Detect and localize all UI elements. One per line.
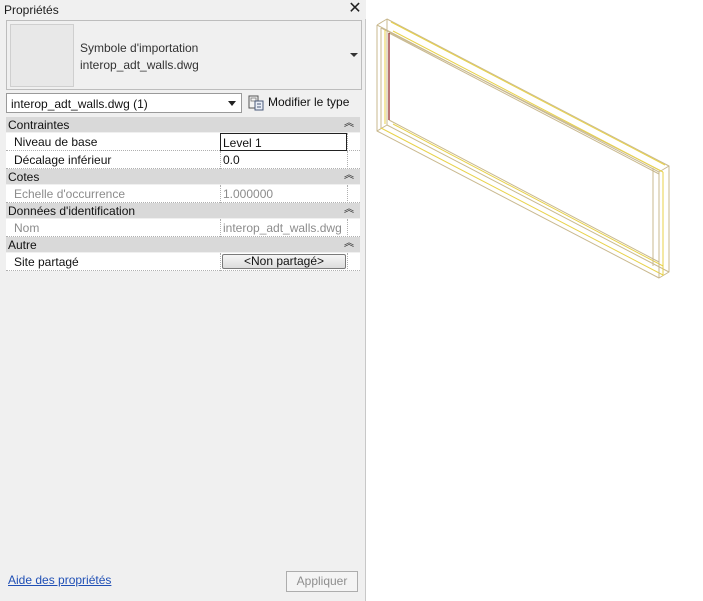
section-title: Données d'identification (8, 204, 136, 218)
section-cotes[interactable]: Cotes ︽ (6, 169, 360, 185)
palette-titlebar[interactable]: Propriétés ✕ (0, 0, 366, 19)
instance-filter-value: interop_adt_walls.dwg (1) (11, 97, 148, 111)
property-row-site-partage: Site partagé <Non partagé> (6, 253, 360, 271)
double-chevron-up-icon[interactable]: ︽ (344, 204, 354, 216)
instance-filter-dropdown[interactable]: interop_adt_walls.dwg (1) (6, 93, 242, 113)
properties-palette: Propriétés ✕ Symbole d'importation inter… (0, 0, 366, 601)
property-value: 0.0 (223, 153, 240, 167)
properties-grid: Contraintes ︽ Niveau de base Level 1 Déc… (6, 117, 360, 271)
property-value: 1.000000 (223, 187, 274, 201)
edit-type-button[interactable]: Modifier le type (246, 93, 360, 113)
edit-type-icon (248, 95, 264, 111)
3d-view-canvas[interactable] (367, 0, 703, 601)
properties-empty-area (6, 277, 360, 567)
double-chevron-up-icon[interactable]: ︽ (344, 118, 354, 130)
edit-type-label: Modifier le type (268, 95, 350, 109)
row-end-cell (347, 253, 360, 271)
section-title: Autre (8, 238, 37, 252)
double-chevron-up-icon[interactable]: ︽ (344, 238, 354, 250)
instance-scale-field: 1.000000 (220, 185, 347, 203)
property-value: Level 1 (223, 136, 262, 150)
base-offset-field[interactable]: 0.0 (220, 151, 347, 169)
property-row-niveau-de-base: Niveau de base Level 1 (6, 133, 360, 151)
imported-walls-model[interactable] (367, 0, 703, 601)
wall-outline (390, 21, 666, 166)
property-label: Site partagé (14, 255, 79, 269)
type-family-name: Symbole d'importation (80, 41, 199, 55)
wall-outline (392, 123, 664, 267)
section-contraintes[interactable]: Contraintes ︽ (6, 117, 360, 133)
wall-outline (388, 119, 660, 263)
property-row-echelle: Echelle d'occurrence 1.000000 (6, 185, 360, 203)
type-name: interop_adt_walls.dwg (80, 58, 199, 72)
double-chevron-up-icon[interactable]: ︽ (344, 170, 354, 182)
property-row-nom: Nom interop_adt_walls.dwg (6, 219, 360, 237)
type-preview-thumbnail (10, 24, 74, 87)
property-label: Niveau de base (14, 135, 98, 149)
wall-outline (392, 30, 664, 173)
shared-site-button[interactable]: <Non partagé> (222, 254, 346, 269)
section-autre[interactable]: Autre ︽ (6, 237, 360, 253)
close-icon[interactable]: ✕ (348, 0, 362, 18)
chevron-down-icon[interactable] (350, 51, 358, 59)
palette-title: Propriétés (4, 3, 59, 17)
apply-button[interactable]: Appliquer (286, 571, 358, 592)
instance-filter-row: interop_adt_walls.dwg (1) Modifier le ty… (6, 93, 362, 114)
row-end-cell (347, 219, 360, 237)
properties-help-link[interactable]: Aide des propriétés (8, 573, 111, 587)
row-end-cell (347, 133, 360, 151)
name-field: interop_adt_walls.dwg (220, 219, 347, 237)
property-label: Echelle d'occurrence (14, 187, 126, 201)
property-label: Nom (14, 221, 40, 235)
row-end-cell (347, 151, 360, 169)
chevron-down-icon[interactable] (225, 96, 239, 110)
property-row-decalage-inferieur: Décalage inférieur 0.0 (6, 151, 360, 169)
section-identity-data[interactable]: Données d'identification ︽ (6, 203, 360, 219)
shared-site-cell: <Non partagé> (220, 253, 347, 271)
type-selector[interactable]: Symbole d'importation interop_adt_walls.… (6, 20, 362, 90)
section-title: Cotes (8, 170, 40, 184)
base-level-field[interactable]: Level 1 (220, 133, 347, 151)
section-title: Contraintes (8, 118, 70, 132)
property-label: Décalage inférieur (14, 153, 112, 167)
property-value: interop_adt_walls.dwg (223, 221, 342, 235)
row-end-cell (347, 185, 360, 203)
